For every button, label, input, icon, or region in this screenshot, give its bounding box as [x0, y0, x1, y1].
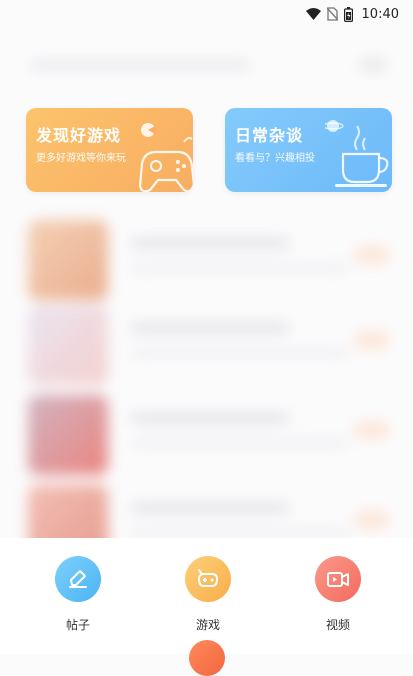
gamepad-icon: [185, 556, 231, 602]
background-feed: [0, 30, 413, 565]
coffee-cup-icon: [325, 120, 389, 187]
card-subtitle: 更多好游戏等你来玩: [36, 153, 126, 164]
close-button[interactable]: [189, 640, 225, 676]
card-title: 发现好游戏: [36, 126, 122, 145]
list-item: [20, 220, 400, 300]
wifi-icon: [305, 8, 321, 20]
discover-games-card[interactable]: 发现好游戏 更多好游戏等你来玩: [26, 108, 193, 192]
game-button[interactable]: 游戏: [168, 556, 248, 633]
video-camera-icon: [315, 556, 361, 602]
publish-action-sheet: 帖子 游戏 视频: [0, 538, 413, 654]
feed-header-placeholder: [30, 60, 250, 70]
card-subtitle: 看看与？兴趣相投: [235, 153, 315, 164]
daily-chat-card[interactable]: 日常杂谈 看看与？兴趣相投: [225, 108, 392, 192]
video-button[interactable]: 视频: [298, 556, 378, 633]
battery-icon: [343, 6, 353, 22]
no-sim-icon: [326, 7, 338, 21]
gamepad-icon: [138, 123, 193, 192]
post-button[interactable]: 帖子: [38, 556, 118, 633]
pencil-icon: [55, 556, 101, 602]
video-label: 视频: [325, 618, 350, 632]
game-label: 游戏: [195, 618, 220, 632]
feed-header-button-placeholder: [360, 58, 386, 72]
card-title: 日常杂谈: [235, 126, 304, 145]
list-item: [20, 395, 400, 475]
post-label: 帖子: [65, 618, 90, 632]
list-item: [20, 305, 400, 385]
status-bar: 10:40: [0, 0, 413, 28]
clock: 10:40: [361, 6, 399, 22]
